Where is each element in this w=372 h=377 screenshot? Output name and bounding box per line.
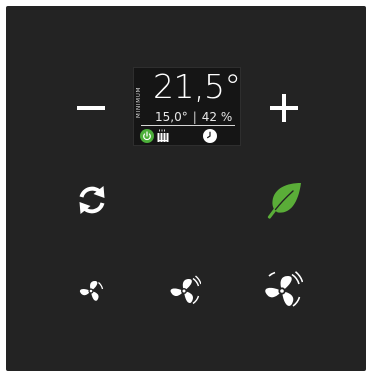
fan-low-icon (79, 281, 104, 301)
fan-speed-low-button[interactable] (74, 274, 108, 308)
fan-speed-medium-button[interactable] (165, 271, 205, 311)
fan-medium-icon (170, 275, 201, 305)
thermostat-display: MINIMUM 21,5° 15,0° | 42 % (133, 67, 241, 146)
status-row (140, 129, 236, 143)
control-panel: MINIMUM 21,5° 15,0° | 42 % (6, 6, 366, 371)
decrease-temperature-button[interactable] (72, 94, 110, 122)
eco-mode-button[interactable] (264, 178, 306, 222)
sync-icon (79, 186, 105, 214)
current-temperature: 15,0° (155, 110, 188, 124)
readout-separator: | (192, 110, 197, 124)
setpoint-temperature: 21,5° (153, 67, 241, 106)
increase-temperature-button[interactable] (264, 92, 304, 124)
minus-icon (77, 106, 105, 110)
sync-button[interactable] (72, 180, 112, 220)
mode-label: MINIMUM (136, 86, 142, 118)
leaf-icon (267, 183, 301, 219)
power-icon (140, 129, 154, 143)
plus-icon (270, 94, 298, 122)
humidity: 42 % (201, 110, 233, 124)
fan-high-icon (265, 271, 303, 307)
display-divider (141, 125, 235, 126)
radiator-icon (157, 129, 169, 142)
fan-speed-high-button[interactable] (260, 268, 306, 314)
clock-icon (203, 129, 217, 143)
readouts: 15,0° | 42 % (155, 110, 235, 124)
